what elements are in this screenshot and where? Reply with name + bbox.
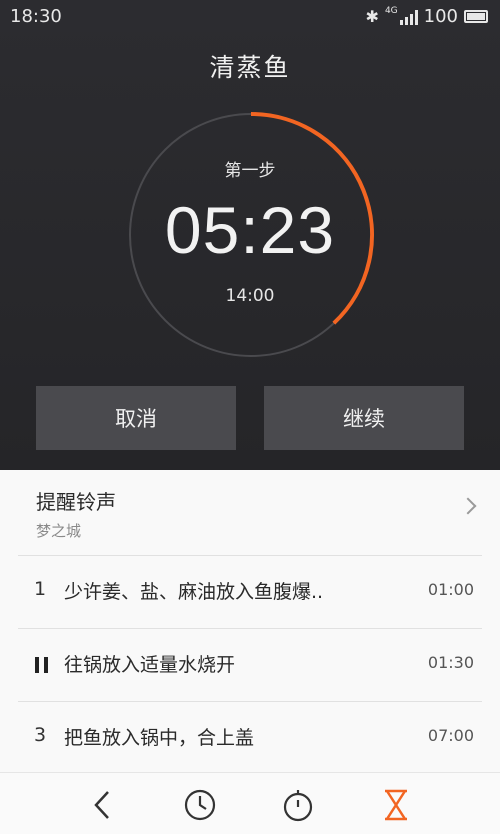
status-icons: ✱ 4G 100	[366, 6, 488, 27]
network-type: 4G	[384, 5, 398, 16]
chevron-right-icon	[459, 497, 477, 515]
battery-icon	[464, 10, 488, 23]
step-text: 少许姜、盐、麻油放入鱼腹爆..	[64, 581, 324, 603]
countdown-display: 05:23	[164, 193, 336, 267]
step-duration: 01:30	[427, 653, 474, 672]
status-bar: 18:30 ✱ 4G 100	[0, 0, 500, 34]
back-icon[interactable]	[86, 787, 122, 823]
ringtone-title: 提醒铃声	[36, 490, 116, 514]
step-row-active[interactable]: 往锅放入适量水烧开 01:30	[18, 629, 482, 702]
bottom-nav	[0, 772, 500, 834]
step-row[interactable]: 1 少许姜、盐、麻油放入鱼腹爆.. 01:00	[18, 556, 482, 629]
continue-button[interactable]: 继续	[264, 386, 464, 450]
ringtone-value: 梦之城	[36, 522, 82, 540]
stopwatch-icon[interactable]	[280, 787, 316, 823]
pause-icon	[35, 657, 48, 673]
ringtone-setting[interactable]: 提醒铃声 梦之城	[18, 470, 482, 556]
status-time: 18:30	[10, 6, 62, 27]
clock-icon[interactable]	[182, 787, 218, 823]
signal-icon	[399, 9, 418, 25]
step-number: 3	[34, 724, 47, 746]
step-row[interactable]: 3 把鱼放入锅中，合上盖 07:00	[18, 702, 482, 775]
recipe-title: 清蒸鱼	[209, 53, 291, 82]
timer-icon[interactable]	[378, 787, 414, 823]
step-duration: 07:00	[427, 726, 474, 745]
battery-level: 100	[423, 6, 458, 27]
step-label: 第一步	[224, 161, 276, 181]
step-number: 1	[34, 578, 47, 600]
step-duration: 01:00	[427, 580, 474, 599]
step-text: 把鱼放入锅中，合上盖	[64, 727, 255, 749]
bluetooth-icon: ✱	[365, 7, 379, 26]
steps-sheet: 提醒铃声 梦之城 1 少许姜、盐、麻油放入鱼腹爆.. 01:00 往锅放入适量水…	[0, 470, 500, 772]
target-time: 14:00	[225, 286, 275, 306]
step-text: 往锅放入适量水烧开	[64, 654, 236, 676]
cancel-button[interactable]: 取消	[36, 386, 236, 450]
